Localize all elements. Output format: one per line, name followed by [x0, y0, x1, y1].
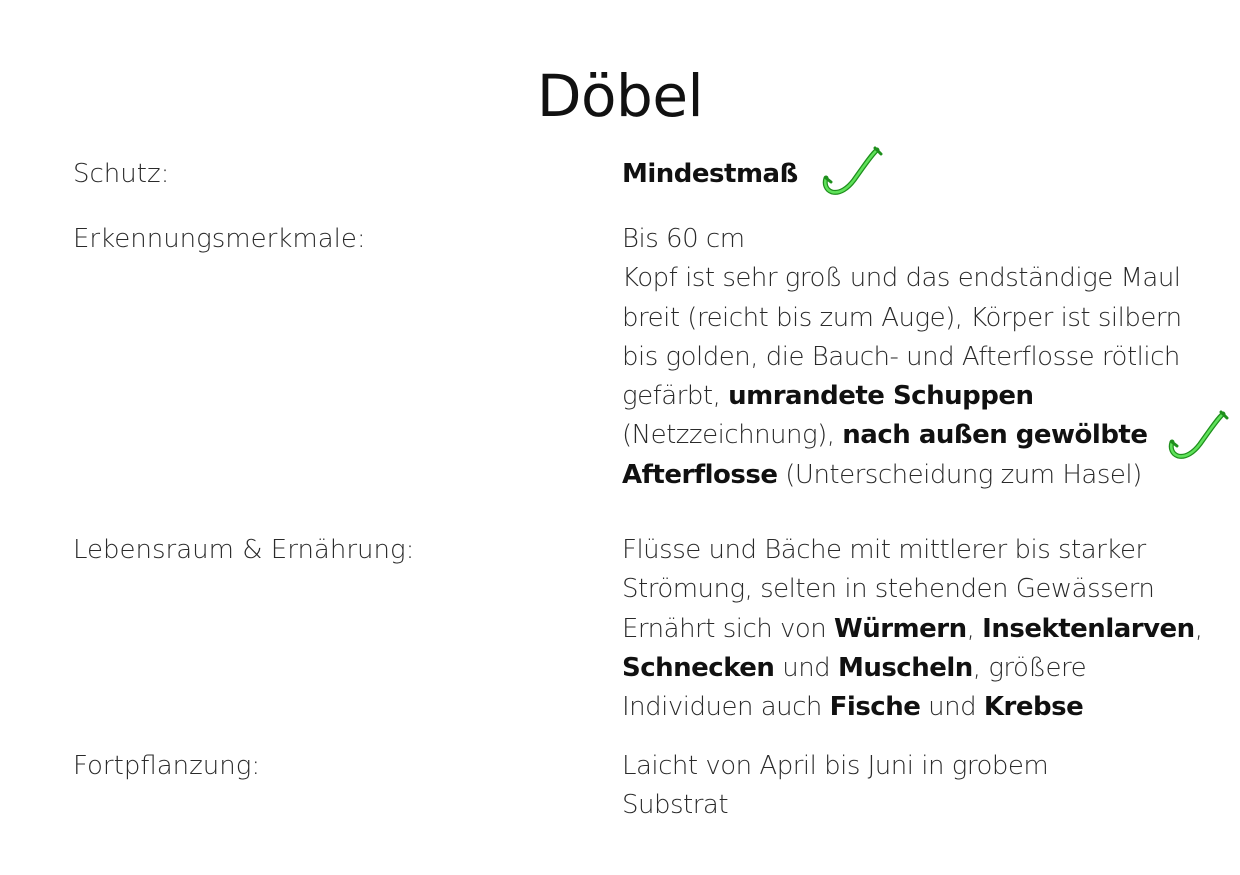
bold-text: Muscheln	[837, 652, 973, 683]
value-fortpflanzung: Laicht von April bis Juni in grobem Subs…	[622, 747, 1222, 826]
text-line: Flüsse und Bäche mit mittlerer bis stark…	[622, 535, 1146, 565]
text-line: (Netzzeichnung), nach außen gewölbte	[622, 416, 1222, 455]
text-segment: und	[920, 692, 984, 723]
text-segment: Individuen auch	[622, 692, 830, 723]
text-line: breit (reicht bis zum Auge), Körper ist …	[622, 302, 1182, 333]
bold-text: Afterflosse	[622, 459, 778, 490]
bold-text: nach außen gewölbte	[842, 420, 1148, 451]
text-segment: Ernährt sich von	[622, 613, 835, 644]
text-segment: (Unterscheidung zum Hasel)	[777, 459, 1142, 490]
text-segment: , größere	[972, 652, 1087, 683]
label-schutz: Schutz:	[73, 159, 170, 189]
page-title: Döbel	[536, 62, 704, 130]
bold-text: umrandete Schuppen	[728, 381, 1034, 412]
value-lebensraum: Flüsse und Bäche mit mittlerer bis stark…	[622, 531, 1222, 727]
text-line: Substrat	[622, 790, 729, 821]
label-lebensraum: Lebensraum & Ernährung:	[73, 535, 415, 565]
text-segment: gefärbt,	[622, 381, 729, 412]
value-erkennungsmerkmale: Bis 60 cm Kopf ist sehr groß und das end…	[622, 220, 1222, 495]
value-schutz: Mindestmaß	[622, 155, 1222, 194]
protection-value: Mindestmaß	[622, 159, 798, 189]
bold-text: Schnecken	[622, 652, 775, 683]
text-segment: (Netzzeichnung),	[622, 420, 843, 451]
fish-hook-icon	[1166, 410, 1230, 462]
fish-hook-icon	[820, 146, 884, 198]
text-line: Bis 60 cm	[622, 224, 745, 254]
text-line: gefärbt, umrandete Schuppen	[622, 377, 1222, 416]
text-segment: und	[774, 652, 838, 683]
bold-text: Krebse	[983, 692, 1084, 723]
text-line: Individuen auch Fische und Krebse	[622, 688, 1222, 727]
text-line: Strömung, selten in stehenden Gewässern	[622, 574, 1155, 605]
text-segment: ,	[966, 613, 983, 644]
bold-text: Fische	[829, 692, 921, 723]
text-line: Kopf ist sehr groß und das endständige M…	[622, 263, 1181, 294]
text-segment: ,	[1194, 613, 1203, 644]
text-line: Schnecken und Muscheln, größere	[622, 649, 1222, 688]
bold-text: Insektenlarven	[982, 613, 1195, 644]
text-line: Laicht von April bis Juni in grobem	[622, 751, 1049, 781]
text-line: Ernährt sich von Würmern, Insektenlarven…	[622, 610, 1222, 649]
label-fortpflanzung: Fortpflanzung:	[73, 751, 261, 781]
label-erkennungsmerkmale: Erkennungsmerkmale:	[73, 224, 366, 254]
text-line: bis golden, die Bauch- und Afterflosse r…	[622, 341, 1180, 372]
bold-text: Würmern	[834, 613, 967, 644]
text-line: Afterflosse (Unterscheidung zum Hasel)	[622, 456, 1222, 495]
